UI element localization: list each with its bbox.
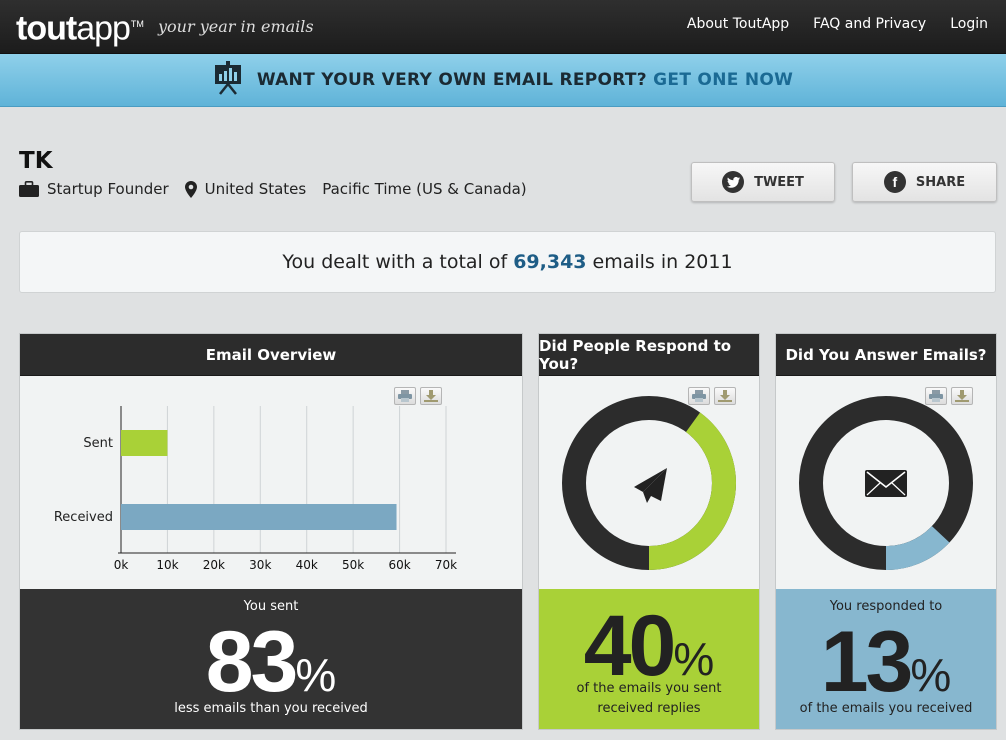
twitter-bird-icon — [722, 171, 745, 193]
tweet-button[interactable]: TWEET — [691, 162, 835, 202]
total-count: 69,343 — [513, 251, 587, 273]
profile-role: Startup Founder — [47, 180, 169, 198]
overview-print-button[interactable] — [394, 387, 416, 405]
respond-label-line2: received replies — [597, 701, 701, 716]
respond-download-button[interactable] — [714, 387, 736, 405]
nav-faq-link[interactable]: FAQ and Privacy — [813, 16, 926, 32]
main-nav: About ToutApp FAQ and Privacy Login — [687, 16, 988, 32]
bar-sent — [121, 430, 168, 456]
overview-download-button[interactable] — [420, 387, 442, 405]
respond-label-line1: of the emails you sent — [576, 681, 722, 696]
paper-plane-icon — [634, 468, 667, 503]
email-overview-panel: Email Overview 0k 10k 20k 30k 40k 50k 60k 70k Se… — [19, 333, 523, 730]
total-suffix: emails in 2011 — [592, 251, 733, 273]
respond-summary: 40% of the emails you sent received repl… — [539, 589, 759, 729]
nav-login-link[interactable]: Login — [950, 16, 988, 32]
email-overview-title: Email Overview — [20, 334, 522, 376]
location-pin-icon — [184, 180, 197, 198]
overview-summary: You sent 83% less emails than you receiv… — [20, 589, 522, 729]
bar-received — [121, 504, 397, 530]
toutapp-logo[interactable]: toutappTM — [16, 4, 144, 48]
profile-timezone: Pacific Time (US & Canada) — [322, 180, 527, 198]
profile-location: United States — [204, 180, 307, 198]
respond-print-button[interactable] — [688, 387, 710, 405]
x-tick-label: 20k — [203, 558, 225, 572]
share-button-label: SHARE — [915, 174, 966, 190]
answered-emails-title: Did You Answer Emails? — [776, 334, 996, 376]
answer-label-bottom: of the emails you received — [799, 701, 973, 716]
tweet-button-label: TWEET — [754, 174, 804, 190]
x-tick-label: 30k — [249, 558, 271, 572]
profile-name: TK — [19, 148, 53, 174]
facebook-icon: f — [883, 171, 906, 193]
y-category-label: Received — [54, 510, 113, 525]
responded-to-you-title: Did People Respond to You? — [539, 334, 759, 376]
answer-label-top: You responded to — [829, 599, 943, 614]
banner-text: WANT YOUR VERY OWN EMAIL REPORT? GET ONE… — [256, 70, 794, 90]
profile-meta: Startup Founder United States Pacific Ti… — [19, 180, 543, 198]
x-tick-label: 0k — [114, 558, 129, 572]
answer-download-button[interactable] — [951, 387, 973, 405]
tagline: your year in emails — [158, 17, 314, 36]
responded-donut-chart — [562, 396, 736, 570]
overview-label-bottom: less emails than you received — [174, 701, 368, 716]
print-icon — [929, 387, 943, 406]
x-tick-label: 70k — [435, 558, 457, 572]
top-bar: toutappTM your year in emails About Tout… — [0, 0, 1006, 54]
briefcase-icon — [19, 181, 39, 197]
promo-banner: WANT YOUR VERY OWN EMAIL REPORT? GET ONE… — [0, 54, 1006, 107]
share-button[interactable]: f SHARE — [852, 162, 997, 202]
print-icon — [692, 387, 706, 406]
x-tick-label: 50k — [342, 558, 364, 572]
overview-label-top: You sent — [243, 599, 299, 614]
total-prefix: You dealt with a total of — [282, 251, 508, 273]
email-overview-chart: 0k 10k 20k 30k 40k 50k 60k 70k Sent Received — [54, 406, 457, 572]
download-icon — [955, 387, 969, 406]
download-icon — [718, 387, 732, 406]
chart-board-icon — [213, 61, 243, 99]
answer-summary: You responded to 13% of the emails you r… — [776, 589, 996, 729]
y-category-label: Sent — [83, 436, 113, 451]
x-tick-label: 40k — [296, 558, 318, 572]
total-emails-box: You dealt with a total of 69,343 emails … — [19, 231, 996, 293]
print-icon — [398, 387, 412, 406]
answer-print-button[interactable] — [925, 387, 947, 405]
x-tick-label: 60k — [388, 558, 410, 572]
nav-about-link[interactable]: About ToutApp — [687, 16, 789, 32]
answered-donut-chart — [799, 396, 973, 570]
download-icon — [424, 387, 438, 406]
get-one-now-link[interactable]: GET ONE NOW — [653, 70, 793, 90]
envelope-icon — [865, 470, 907, 497]
x-tick-label: 10k — [156, 558, 178, 572]
